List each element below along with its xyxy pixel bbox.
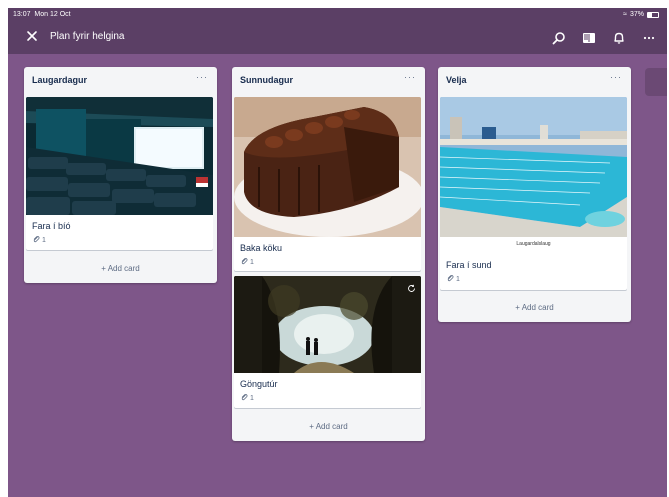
attachment-badge: 1	[446, 274, 460, 284]
battery-icon	[647, 12, 659, 18]
attachment-badge: 1	[240, 393, 254, 403]
battery-percent: 37%	[629, 11, 644, 18]
add-card-button[interactable]: + Add card	[24, 264, 217, 273]
add-card-button[interactable]: + Add card	[232, 422, 425, 431]
card-gongutur[interactable]: Göngutúr 1	[234, 276, 421, 408]
list-menu-icon[interactable]: ···	[610, 72, 622, 82]
list-velja: Velja ··· Laugardalslaug Fara í sund 1 +…	[438, 67, 631, 322]
walk-path-cover-image	[234, 276, 421, 373]
card-title: Baka köku	[240, 243, 283, 253]
list-laugardagur: Laugardagur ··· Fara í bíó 1 + Add card	[24, 67, 217, 283]
chocolate-cake-cover-image	[234, 97, 421, 237]
notifications-icon[interactable]	[609, 28, 629, 48]
wifi-icon: ≈	[623, 11, 627, 18]
card-fara-i-bio[interactable]: Fara í bíó 1	[26, 97, 213, 250]
cover-caption: Laugardalslaug	[516, 241, 551, 247]
list-header: Sunnudagur ···	[232, 67, 425, 93]
search-icon[interactable]	[549, 28, 569, 48]
attachment-count: 1	[250, 258, 254, 266]
list-menu-icon[interactable]: ···	[196, 72, 208, 82]
list-sunnudagur: Sunnudagur ··· Baka köku 1 Göngutúr 1 + …	[232, 67, 425, 441]
list-title: Sunnudagur	[240, 75, 293, 85]
list-title: Laugardagur	[32, 75, 88, 85]
add-list-button[interactable]	[645, 68, 667, 96]
attachment-icon	[32, 235, 40, 245]
card-baka-koku[interactable]: Baka köku 1	[234, 97, 421, 271]
board-title: Plan fyrir helgina	[50, 31, 125, 42]
card-title: Göngutúr	[240, 379, 278, 389]
status-bar: 13:07 Mon 12 Oct ≈ 37%	[8, 8, 667, 22]
card-title: Fara í sund	[446, 260, 492, 270]
board-screen: 13:07 Mon 12 Oct ≈ 37% Plan fyrir helgin…	[8, 8, 667, 497]
attachment-count: 1	[42, 236, 46, 244]
attachment-count: 1	[456, 275, 460, 283]
status-time: 13:07 Mon 12 Oct	[13, 11, 71, 18]
close-icon[interactable]	[25, 29, 39, 43]
list-header: Velja ···	[438, 67, 631, 93]
attachment-badge: 1	[240, 257, 254, 267]
list-title: Velja	[446, 75, 467, 85]
list-menu-icon[interactable]: ···	[404, 72, 416, 82]
card-fara-i-sund[interactable]: Laugardalslaug Fara í sund 1	[440, 97, 627, 290]
attachment-icon	[240, 257, 248, 267]
cinema-cover-image	[26, 97, 213, 215]
refresh-icon	[407, 280, 416, 298]
attachment-badge: 1	[32, 235, 46, 245]
more-icon[interactable]	[639, 28, 659, 48]
swimming-pool-cover-image: Laugardalslaug	[440, 97, 627, 252]
board-header: Plan fyrir helgina	[8, 22, 667, 54]
attachment-icon	[240, 393, 248, 403]
screen-bezel	[0, 0, 8, 497]
header-actions	[549, 28, 659, 48]
battery-indicator: ≈ 37%	[623, 8, 659, 22]
list-header: Laugardagur ···	[24, 67, 217, 93]
board-view-icon[interactable]	[579, 28, 599, 48]
attachment-icon	[446, 274, 454, 284]
add-card-button[interactable]: + Add card	[438, 303, 631, 312]
attachment-count: 1	[250, 394, 254, 402]
card-title: Fara í bíó	[32, 221, 71, 231]
